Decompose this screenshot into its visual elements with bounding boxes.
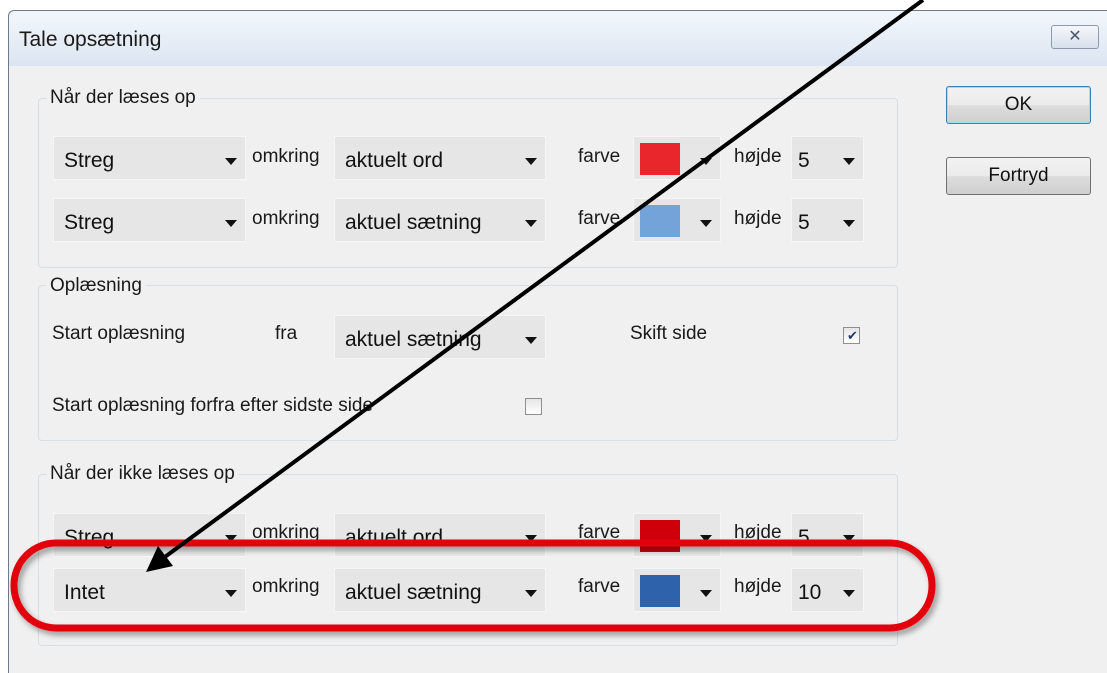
around-label: omkring xyxy=(252,576,320,597)
idle-style-value: Streg xyxy=(64,526,115,549)
reading-height-value: 5 xyxy=(798,211,810,234)
reading-style-select[interactable]: Streg xyxy=(53,198,246,242)
reading-group-title: Når der læses op xyxy=(46,87,200,109)
color-label: farve xyxy=(578,576,621,597)
idle-scope-select[interactable]: aktuel sætning xyxy=(334,568,546,612)
switch-page-label: Skift side xyxy=(630,323,708,344)
color-label: farve xyxy=(578,208,621,229)
idle-color-select[interactable] xyxy=(633,513,721,557)
chevron-down-icon xyxy=(843,590,855,597)
reading-height-value: 5 xyxy=(798,149,810,172)
idle-height-value: 10 xyxy=(798,581,822,604)
chevron-down-icon xyxy=(525,535,537,542)
chevron-down-icon xyxy=(225,158,237,165)
checkmark-icon: ✔ xyxy=(847,328,858,343)
chevron-down-icon xyxy=(525,220,537,227)
chevron-down-icon xyxy=(700,220,712,227)
not-reading-group: Når der ikke læses op Streg omkring aktu… xyxy=(38,463,898,646)
idle-height-select[interactable]: 10 xyxy=(791,568,864,612)
restart-reading-checkbox[interactable] xyxy=(525,398,542,415)
around-label: omkring xyxy=(252,522,320,543)
restart-reading-label: Start oplæsning forfra efter sidste side xyxy=(52,395,374,416)
color-swatch xyxy=(640,520,680,552)
chevron-down-icon xyxy=(225,535,237,542)
chevron-down-icon xyxy=(700,158,712,165)
color-swatch xyxy=(640,205,680,237)
reading-scope-value: aktuel sætning xyxy=(345,211,482,234)
idle-height-value: 5 xyxy=(798,526,810,549)
close-button[interactable]: ✕ xyxy=(1051,25,1099,49)
around-label: omkring xyxy=(252,146,320,167)
chevron-down-icon xyxy=(843,535,855,542)
chevron-down-icon xyxy=(525,158,537,165)
chevron-down-icon xyxy=(700,590,712,597)
idle-scope-select[interactable]: aktuelt ord xyxy=(334,513,546,557)
reading-group: Når der læses op Streg omkring aktuelt o… xyxy=(38,87,898,268)
close-icon: ✕ xyxy=(1068,28,1082,45)
title-bar: Tale opsætning ✕ xyxy=(9,11,1107,66)
color-swatch xyxy=(640,575,680,607)
not-reading-group-title: Når der ikke læses op xyxy=(46,463,239,485)
idle-style-select[interactable]: Streg xyxy=(53,513,246,557)
chevron-down-icon xyxy=(525,590,537,597)
start-from-value: aktuel sætning xyxy=(345,328,482,351)
start-reading-label: Start oplæsning xyxy=(52,323,186,344)
reading-scope-select[interactable]: aktuelt ord xyxy=(334,136,546,180)
idle-style-select[interactable]: Intet xyxy=(53,568,246,612)
color-label: farve xyxy=(578,522,621,543)
reading-scope-select[interactable]: aktuel sætning xyxy=(334,198,546,242)
height-label: højde xyxy=(734,146,782,167)
chevron-down-icon xyxy=(843,158,855,165)
settings-dialog: Tale opsætning ✕ OK Fortryd Når der læse… xyxy=(8,10,1107,673)
reading-height-select[interactable]: 5 xyxy=(791,136,864,180)
playback-group-title: Oplæsning xyxy=(46,275,146,297)
switch-page-checkbox[interactable]: ✔ xyxy=(843,327,860,344)
reading-color-select[interactable] xyxy=(633,136,721,180)
playback-group: Oplæsning Start oplæsning fra aktuel sæt… xyxy=(38,275,898,441)
height-label: højde xyxy=(734,208,782,229)
idle-style-value: Intet xyxy=(64,581,105,604)
reading-height-select[interactable]: 5 xyxy=(791,198,864,242)
reading-style-value: Streg xyxy=(64,149,115,172)
start-from-select[interactable]: aktuel sætning xyxy=(334,315,546,359)
reading-style-select[interactable]: Streg xyxy=(53,136,246,180)
reading-scope-value: aktuelt ord xyxy=(345,149,444,172)
color-label: farve xyxy=(578,146,621,167)
chevron-down-icon xyxy=(225,220,237,227)
height-label: højde xyxy=(734,576,782,597)
reading-style-value: Streg xyxy=(64,211,115,234)
cancel-button[interactable]: Fortryd xyxy=(946,157,1091,195)
chevron-down-icon xyxy=(700,535,712,542)
ok-button[interactable]: OK xyxy=(946,86,1091,124)
idle-scope-value: aktuelt ord xyxy=(345,526,444,549)
from-label: fra xyxy=(275,323,298,344)
idle-height-select[interactable]: 5 xyxy=(791,513,864,557)
reading-color-select[interactable] xyxy=(633,198,721,242)
idle-color-select[interactable] xyxy=(633,568,721,612)
chevron-down-icon xyxy=(225,590,237,597)
chevron-down-icon xyxy=(843,220,855,227)
around-label: omkring xyxy=(252,208,320,229)
color-swatch xyxy=(640,143,680,175)
idle-scope-value: aktuel sætning xyxy=(345,581,482,604)
height-label: højde xyxy=(734,522,782,543)
dialog-title: Tale opsætning xyxy=(19,28,162,51)
chevron-down-icon xyxy=(525,337,537,344)
